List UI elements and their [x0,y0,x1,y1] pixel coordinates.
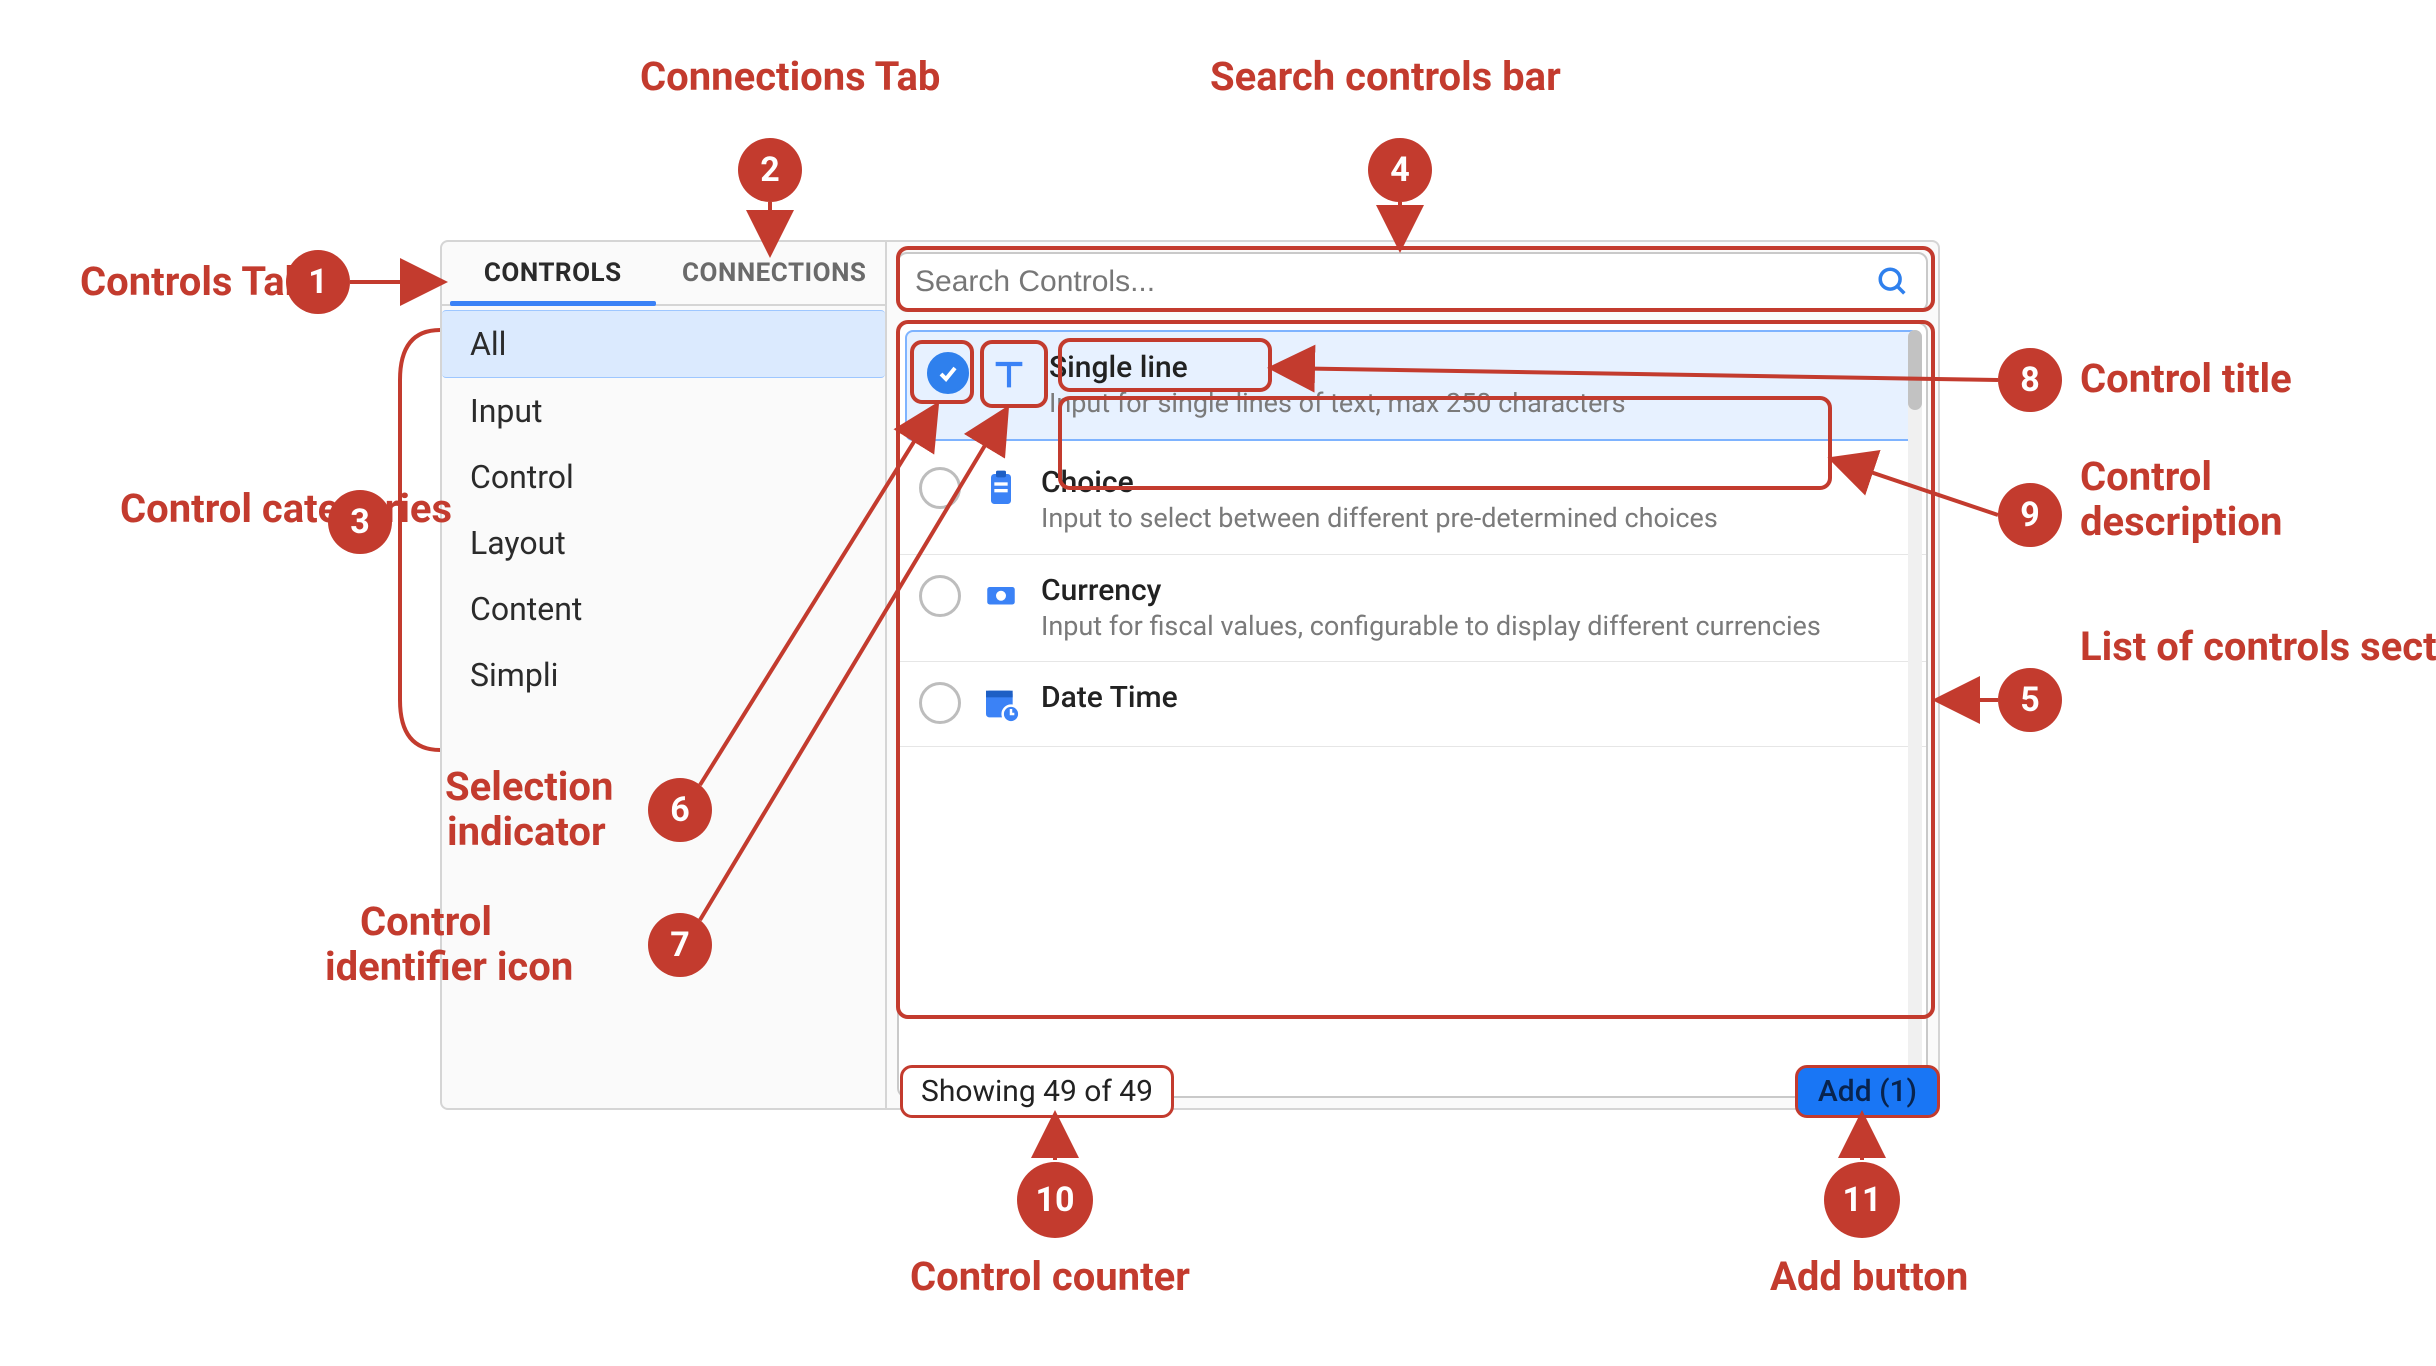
category-all[interactable]: All [442,310,885,378]
search-icon [1876,265,1910,299]
svg-text:1: 1 [308,262,328,302]
control-item[interactable]: Choice Input to select between different… [899,447,1926,555]
tab-connections[interactable]: CONNECTIONS [664,242,886,304]
selection-indicator[interactable] [919,682,961,724]
main-area: Single line Input for single lines of te… [887,242,1938,1108]
svg-text:Control counter: Control counter [910,1253,1190,1300]
category-layout[interactable]: Layout [442,510,885,576]
tabs: CONTROLS CONNECTIONS [442,242,885,306]
controls-list: Single line Input for single lines of te… [899,324,1926,1096]
control-counter: Showing 49 of 49 [900,1065,1174,1118]
svg-text:Connections Tab: Connections Tab [640,53,940,100]
control-item[interactable]: Currency Input for fiscal values, config… [899,555,1926,663]
control-description: Input for single lines of text, max 250 … [1049,387,1626,421]
calendar-icon [977,680,1025,728]
selection-indicator[interactable] [927,352,969,394]
svg-text:Control title: Control title [2080,355,2292,402]
sidebar: CONTROLS CONNECTIONS All Input Control L… [442,242,887,1108]
control-description: Input for fiscal values, configurable to… [1041,610,1821,644]
search-bar[interactable] [897,252,1928,312]
currency-icon [977,573,1025,621]
svg-text:List of controls section: List of controls section [2080,623,2436,670]
svg-text:4: 4 [1390,150,1410,190]
svg-text:Control: Control [2080,453,2212,500]
category-control[interactable]: Control [442,444,885,510]
control-item[interactable]: Single line Input for single lines of te… [905,330,1920,441]
svg-text:Add button: Add button [1770,1253,1968,1300]
svg-text:description: description [2080,498,2282,545]
svg-text:11: 11 [1842,1180,1881,1220]
control-title: Choice [1041,465,1718,500]
svg-text:Controls Tab: Controls Tab [80,258,307,305]
control-title: Currency [1041,573,1821,608]
svg-text:9: 9 [2020,495,2040,535]
controls-panel: CONTROLS CONNECTIONS All Input Control L… [440,240,1940,1110]
category-simpli[interactable]: Simpli [442,642,885,708]
svg-text:Search controls bar: Search controls bar [1210,53,1561,100]
control-item[interactable]: Date Time [899,662,1926,747]
control-description: Input to select between different pre-de… [1041,502,1718,536]
svg-text:5: 5 [2020,680,2040,720]
svg-text:2: 2 [760,150,780,190]
footer: Showing 49 of 49 Add (1) [900,1065,1940,1118]
control-title: Single line [1049,350,1626,385]
clipboard-icon [977,465,1025,513]
tab-controls[interactable]: CONTROLS [442,242,664,304]
search-input[interactable] [915,265,1876,299]
control-title: Date Time [1041,680,1178,715]
scrollbar[interactable] [1908,330,1922,1071]
svg-text:8: 8 [2020,360,2040,400]
selection-indicator[interactable] [919,467,961,509]
svg-text:10: 10 [1035,1180,1074,1220]
controls-list-section: Single line Input for single lines of te… [897,322,1928,1098]
add-button[interactable]: Add (1) [1795,1065,1940,1118]
category-input[interactable]: Input [442,378,885,444]
svg-text:3: 3 [350,502,370,542]
text-icon [985,350,1033,398]
svg-text:Control categories: Control categories [120,485,452,532]
selection-indicator[interactable] [919,575,961,617]
category-content[interactable]: Content [442,576,885,642]
category-list: All Input Control Layout Content Simpli [442,306,885,712]
